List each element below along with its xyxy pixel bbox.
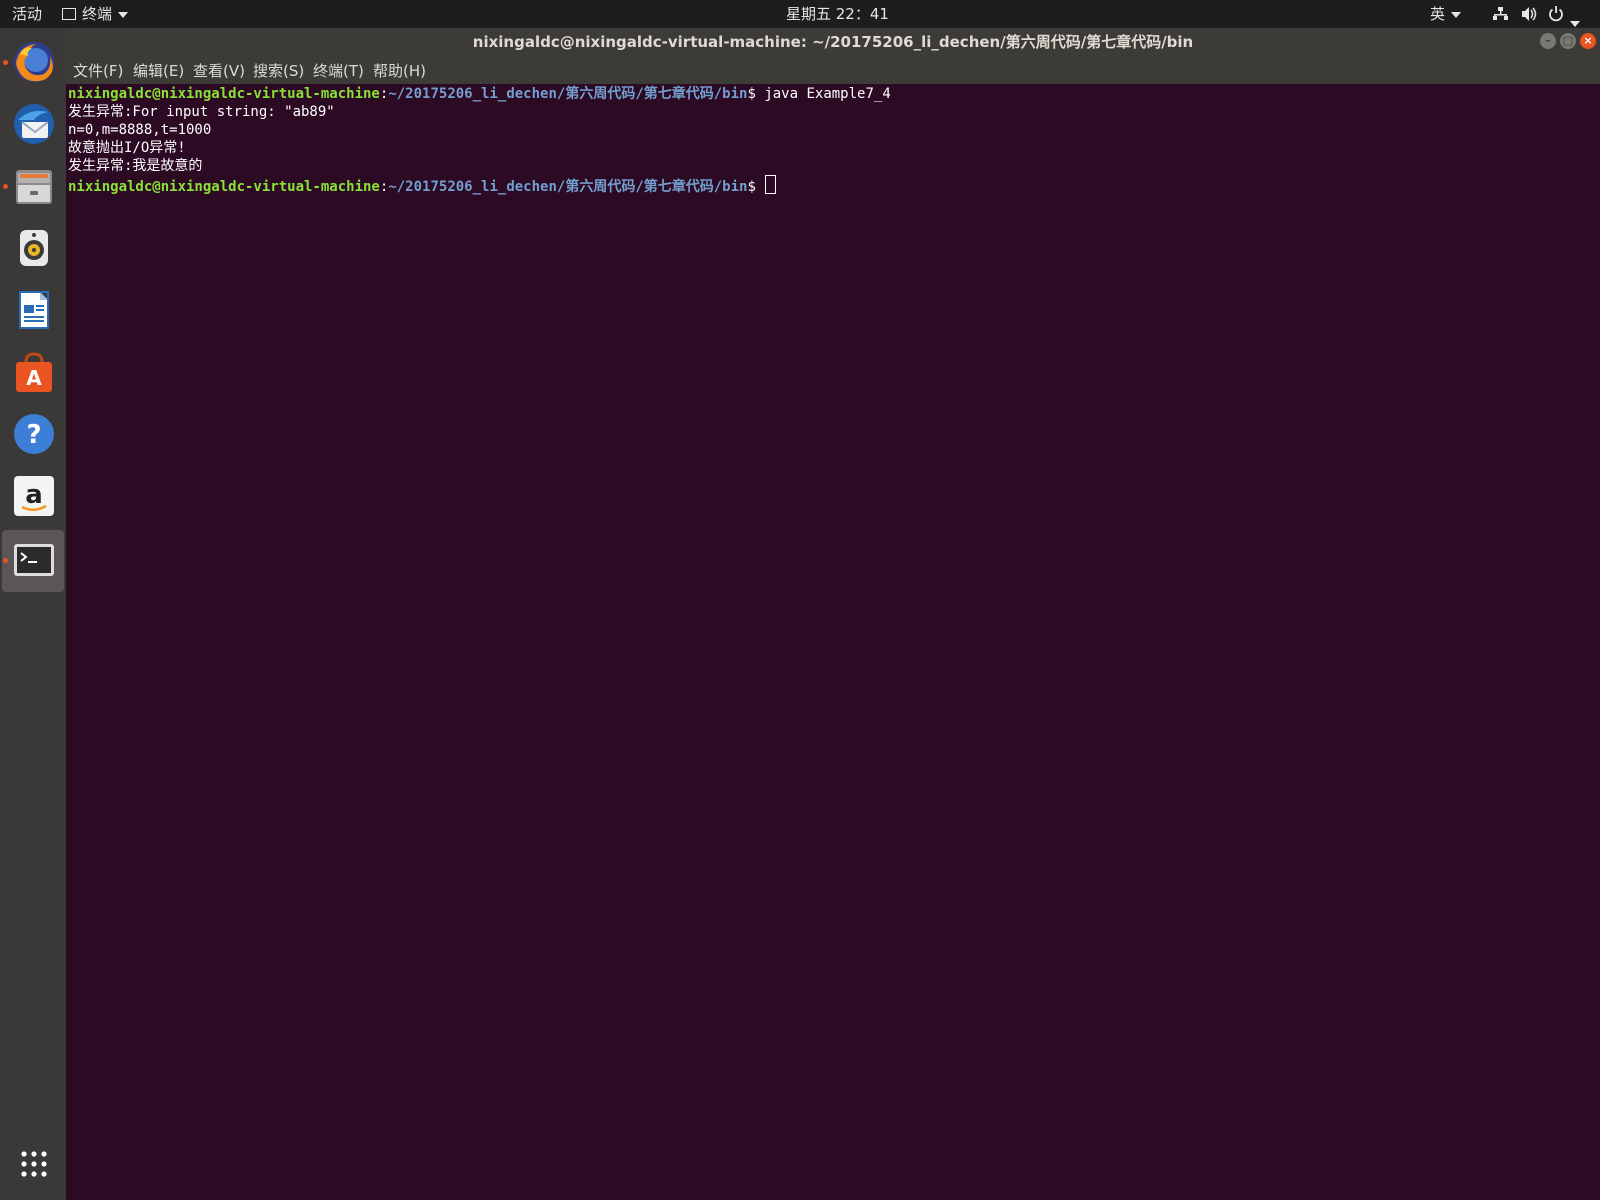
terminal-area[interactable]: nixingaldc@nixingaldc-virtual-machine:~/… <box>66 84 1596 1200</box>
prompt-path: ~/20175206_li_dechen/第六周代码/第七章代码/bin <box>388 179 748 195</box>
menubar: 文件(F) 编辑(E) 查看(V) 搜索(S) 终端(T) 帮助(H) <box>66 56 1600 84</box>
software-center-icon: A <box>16 352 52 392</box>
maximize-button[interactable]: □ <box>1560 33 1576 49</box>
terminal-scrollbar[interactable] <box>1596 84 1600 1200</box>
dock-item-amazon[interactable]: a <box>2 466 64 528</box>
running-indicator <box>3 558 8 563</box>
dock-item-firefox[interactable] <box>2 32 64 94</box>
dock-item-software[interactable]: A <box>2 342 64 404</box>
app-menu[interactable]: 终端 <box>62 0 129 28</box>
window-title: nixingaldc@nixingaldc-virtual-machine: ~… <box>472 33 1194 51</box>
menu-view[interactable]: 查看(V) <box>193 56 245 86</box>
prompt-user: nixingaldc@nixingaldc-virtual-machine <box>68 86 380 102</box>
menu-file[interactable]: 文件(F) <box>73 56 123 86</box>
power-icon <box>1549 6 1563 22</box>
menu-search[interactable]: 搜索(S) <box>253 56 304 86</box>
output-line: 发生异常:我是故意的 <box>68 158 203 174</box>
help-icon: ? <box>14 414 54 454</box>
prompt-line: nixingaldc@nixingaldc-virtual-machine:~/… <box>68 85 891 103</box>
menu-terminal[interactable]: 终端(T) <box>313 56 364 86</box>
amazon-icon: a <box>14 476 54 516</box>
prompt-user: nixingaldc@nixingaldc-virtual-machine <box>68 179 380 195</box>
power-menu[interactable] <box>1548 0 1580 28</box>
top-panel: 活动 终端 星期五 22：41 英 <box>0 0 1600 28</box>
output-line: 故意抛出I/O异常! <box>68 140 186 156</box>
dock-item-help[interactable]: ? <box>2 404 64 466</box>
chevron-down-icon <box>1451 11 1462 18</box>
window-titlebar[interactable]: nixingaldc@nixingaldc-virtual-machine: ~… <box>66 28 1600 56</box>
dock-item-rhythmbox[interactable] <box>2 218 64 280</box>
chevron-down-icon <box>118 11 129 18</box>
output-line: n=0,m=8888,t=1000 <box>68 122 212 138</box>
svg-text:a: a <box>25 480 43 510</box>
dock: A ? a <box>0 28 67 1200</box>
dock-item-writer[interactable] <box>2 280 64 342</box>
files-icon <box>16 170 52 204</box>
libreoffice-writer-icon <box>19 291 49 329</box>
chevron-down-icon <box>1570 20 1580 27</box>
input-method-label: 英 <box>1430 5 1446 23</box>
firefox-icon <box>14 42 54 82</box>
running-indicator <box>3 60 8 65</box>
close-button[interactable]: × <box>1580 33 1596 49</box>
prompt-symbol: $ <box>747 86 765 102</box>
minimize-button[interactable]: – <box>1540 33 1556 49</box>
rhythmbox-icon <box>20 230 48 266</box>
thunderbird-icon <box>14 104 54 144</box>
network-icon[interactable] <box>1492 0 1508 28</box>
clock[interactable]: 星期五 22：41 <box>786 0 889 28</box>
menu-edit[interactable]: 编辑(E) <box>133 56 184 86</box>
svg-text:?: ? <box>26 420 41 450</box>
svg-text:A: A <box>26 366 42 390</box>
terminal-icon <box>14 544 54 576</box>
output-line: 发生异常:For input string: "ab89" <box>68 104 335 120</box>
dock-item-files[interactable] <box>2 156 64 218</box>
menu-help[interactable]: 帮助(H) <box>373 56 426 86</box>
running-indicator <box>3 184 8 189</box>
text-cursor <box>765 175 777 194</box>
app-menu-label: 终端 <box>82 5 113 23</box>
volume-icon[interactable] <box>1520 0 1538 28</box>
prompt-path: ~/20175206_li_dechen/第六周代码/第七章代码/bin <box>388 86 748 102</box>
prompt-line: nixingaldc@nixingaldc-virtual-machine:~/… <box>68 175 777 195</box>
input-method-indicator[interactable]: 英 <box>1430 0 1462 28</box>
dock-item-terminal[interactable] <box>2 530 64 592</box>
prompt-symbol: $ <box>747 179 765 195</box>
dock-item-thunderbird[interactable] <box>2 94 64 156</box>
terminal-small-icon <box>62 8 76 20</box>
apps-grid-icon <box>21 1151 47 1177</box>
show-applications-button[interactable] <box>2 1134 64 1196</box>
activities-button[interactable]: 活动 <box>12 0 42 28</box>
command-text: java Example7_4 <box>764 86 891 102</box>
